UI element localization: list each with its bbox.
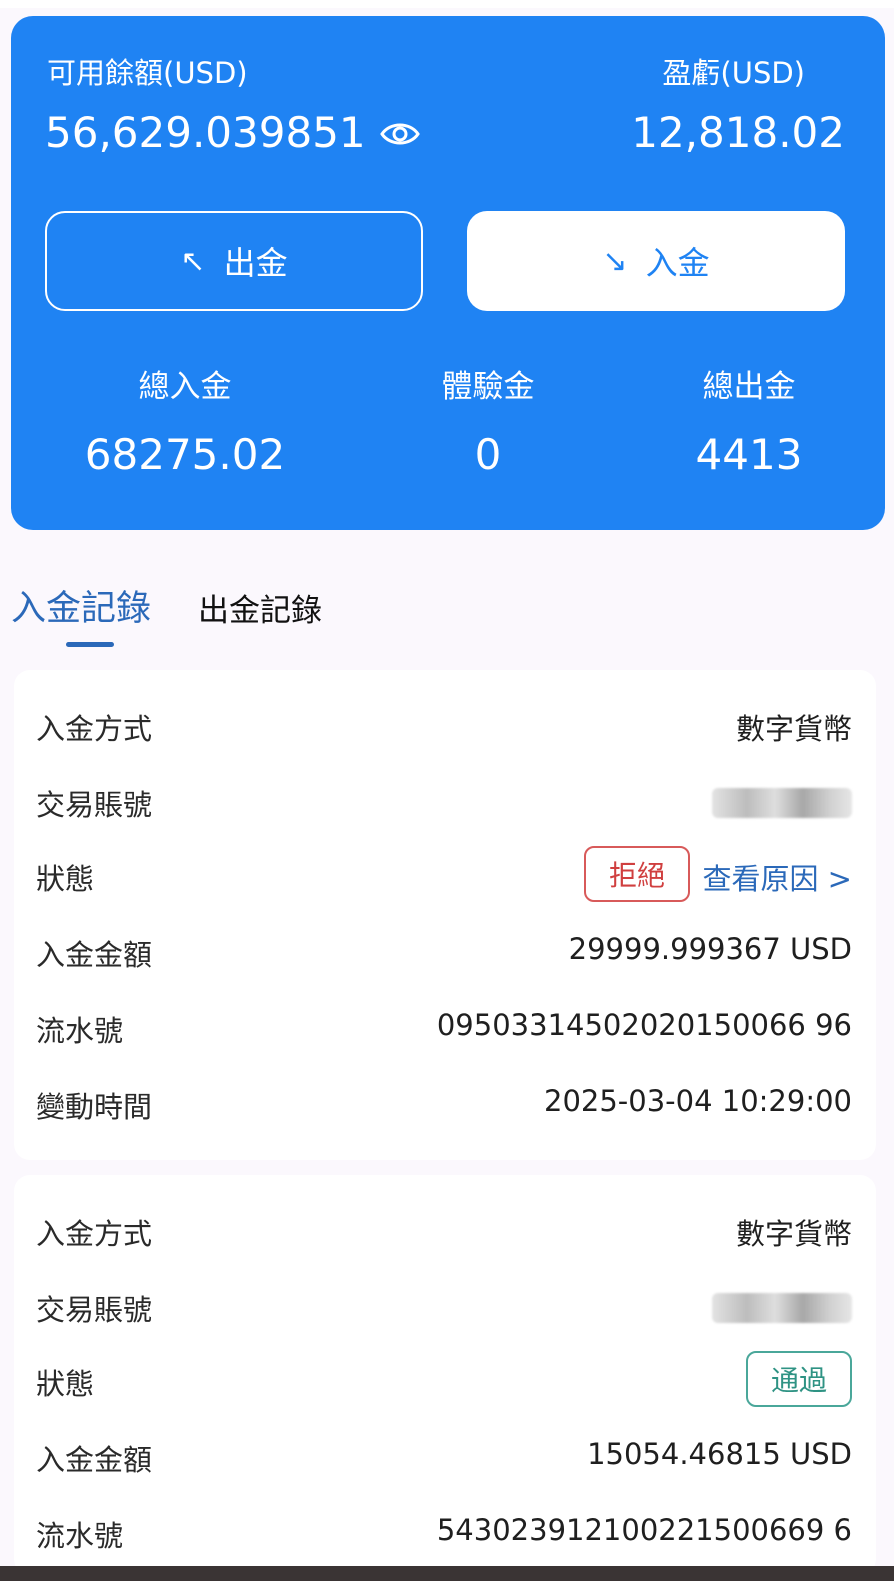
- balance-card: 可用餘額(USD) 盈虧(USD) 56,629.039851 12,818.0…: [11, 16, 885, 530]
- row-value: 15054.46815 USD: [587, 1437, 852, 1471]
- top-strip: [0, 0, 894, 8]
- status-badge-approved: 通過: [746, 1351, 852, 1407]
- row-label: 入金方式: [36, 712, 153, 746]
- deposit-record: 入金方式 數字貨幣 交易賬號 狀態 拒絕 查看原因 > 入金金額 29999.9…: [14, 670, 876, 1160]
- record-row-serial: 流水號 09503314502020150066 96: [14, 998, 876, 1058]
- row-label: 變動時間: [36, 1090, 153, 1124]
- row-value: 543023912100221500669 6: [436, 1513, 852, 1547]
- record-row-status: 狀態 拒絕 查看原因 >: [14, 846, 876, 906]
- record-row-method: 入金方式 數字貨幣: [14, 1201, 876, 1261]
- record-row-time: 變動時間 2025-03-04 10:29:00: [14, 1074, 876, 1134]
- stat-label: 總入金: [138, 369, 232, 405]
- available-balance-label: 可用餘額(USD): [47, 56, 248, 90]
- eye-icon[interactable]: [379, 110, 420, 144]
- pnl-label: 盈虧(USD): [662, 56, 805, 90]
- row-value: 2025-03-04 10:29:00: [544, 1084, 852, 1118]
- available-balance: 56,629.039851: [45, 108, 420, 157]
- row-value: 09503314502020150066 96: [436, 1008, 852, 1042]
- row-label: 流水號: [36, 1519, 124, 1553]
- row-label: 交易賬號: [36, 1293, 153, 1327]
- bottom-strip: [0, 1566, 894, 1581]
- stat-label: 總出金: [702, 369, 796, 405]
- record-row-serial: 流水號 543023912100221500669 6: [14, 1503, 876, 1563]
- stat-value: 4413: [695, 430, 803, 479]
- available-balance-value: 56,629.039851: [45, 108, 366, 157]
- record-row-amount: 入金金額 15054.46815 USD: [14, 1427, 876, 1487]
- record-row-account: 交易賬號: [14, 1277, 876, 1337]
- row-label: 入金金額: [36, 1443, 153, 1477]
- row-label: 入金方式: [36, 1217, 153, 1251]
- withdraw-button[interactable]: ↖ 出金: [45, 211, 423, 311]
- arrow-down-right-icon: ↘: [602, 243, 628, 279]
- deposit-button-label: 入金: [645, 244, 710, 282]
- stat-label: 體驗金: [441, 369, 535, 405]
- row-label: 交易賬號: [36, 788, 153, 822]
- active-tab-indicator: [66, 642, 114, 647]
- status-badge-rejected: 拒絕: [584, 846, 690, 902]
- row-label: 入金金額: [36, 938, 153, 972]
- tab-deposit-records[interactable]: 入金記錄: [11, 580, 151, 631]
- view-reason-link[interactable]: 查看原因 >: [702, 856, 852, 898]
- record-row-status: 狀態 通過: [14, 1351, 876, 1411]
- tab-withdraw-records[interactable]: 出金記錄: [198, 585, 322, 630]
- stat-total-deposit: 總入金 68275.02: [65, 361, 305, 479]
- row-label: 流水號: [36, 1014, 124, 1048]
- deposit-record: 入金方式 數字貨幣 交易賬號 狀態 通過 入金金額 15054.46815 US…: [14, 1175, 876, 1575]
- row-value: 數字貨幣: [735, 1217, 852, 1251]
- row-value: 數字貨幣: [735, 712, 852, 746]
- stat-value: 68275.02: [84, 430, 286, 479]
- redacted-account-number: [712, 1293, 852, 1323]
- row-label: 狀態: [36, 1367, 95, 1401]
- stat-value: 0: [474, 430, 502, 479]
- row-label: 狀態: [36, 862, 95, 896]
- row-value: 29999.999367 USD: [568, 932, 852, 966]
- arrow-up-left-icon: ↖: [180, 243, 206, 279]
- deposit-button[interactable]: ↘ 入金: [467, 211, 845, 311]
- record-row-method: 入金方式 數字貨幣: [14, 696, 876, 756]
- pnl-value: 12,818.02: [631, 108, 845, 157]
- stat-total-withdraw: 總出金 4413: [629, 361, 869, 479]
- stat-trial-fund: 體驗金 0: [368, 361, 608, 479]
- redacted-account-number: [712, 788, 852, 818]
- record-row-account: 交易賬號: [14, 772, 876, 832]
- withdraw-button-label: 出金: [223, 244, 288, 282]
- record-row-amount: 入金金額 29999.999367 USD: [14, 922, 876, 982]
